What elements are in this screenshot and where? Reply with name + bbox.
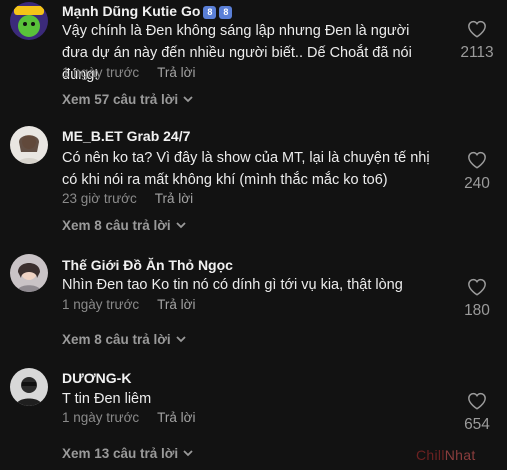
- view-replies-button[interactable]: Xem 13 câu trả lời: [62, 445, 193, 461]
- like-button[interactable]: 654: [457, 392, 497, 434]
- comment-username[interactable]: Mạnh Dũng Kutie Go 8 8: [62, 3, 233, 19]
- like-count: 240: [464, 175, 490, 192]
- comment-time: 1 ngày trước: [62, 65, 140, 80]
- chevron-down-icon: [176, 331, 186, 346]
- user-photo-avatar-icon: [10, 126, 48, 164]
- comment-time: 1 ngày trước: [62, 297, 140, 312]
- comment-text: Nhìn Đen tao Ko tin nó có dính gì tới vụ…: [62, 277, 403, 293]
- chevron-down-icon: [183, 445, 193, 460]
- reply-button[interactable]: Trả lời: [155, 191, 193, 206]
- comment-text: T tin Đen liêm: [62, 391, 152, 407]
- watermark: ChillNhat: [416, 447, 476, 463]
- reply-button[interactable]: Trả lời: [157, 65, 195, 80]
- avatar[interactable]: [10, 126, 48, 164]
- level-badge: 8: [219, 6, 233, 19]
- game-logo-avatar-icon: [10, 2, 48, 40]
- chevron-down-icon: [183, 91, 193, 106]
- like-count: 654: [464, 416, 490, 433]
- comment-time: 1 ngày trước: [62, 410, 140, 425]
- comment-time: 23 giờ trước: [62, 191, 137, 206]
- heart-outline-icon: [468, 151, 486, 169]
- like-button[interactable]: 240: [457, 151, 497, 193]
- heart-outline-icon: [468, 278, 486, 296]
- comment-meta: 1 ngày trước Trả lời: [62, 410, 196, 425]
- like-count: 2113: [460, 44, 494, 61]
- heart-outline-icon: [468, 392, 486, 410]
- comment-text: Có nên ko ta? Vì đây là show của MT, lại…: [62, 150, 430, 188]
- view-replies-button[interactable]: Xem 8 câu trả lời: [62, 331, 186, 347]
- comment-username[interactable]: ME_B.ET Grab 24/7: [62, 128, 190, 144]
- comment-username[interactable]: Thế Giới Đồ Ăn Thỏ Ngọc: [62, 257, 233, 273]
- avatar[interactable]: [10, 254, 48, 292]
- avatar[interactable]: [10, 368, 48, 406]
- avatar[interactable]: [10, 2, 48, 40]
- heart-outline-icon: [468, 20, 486, 38]
- view-replies-button[interactable]: Xem 57 câu trả lời: [62, 91, 193, 107]
- reply-button[interactable]: Trả lời: [157, 410, 195, 425]
- reply-button[interactable]: Trả lời: [157, 297, 195, 312]
- like-button[interactable]: 2113: [457, 20, 497, 62]
- comment-meta: 23 giờ trước Trả lời: [62, 191, 193, 206]
- chevron-down-icon: [176, 217, 186, 232]
- view-replies-button[interactable]: Xem 8 câu trả lời: [62, 217, 186, 233]
- like-button[interactable]: 180: [457, 278, 497, 320]
- user-photo-avatar-icon: [10, 254, 48, 292]
- comment-meta: 1 ngày trước Trả lời: [62, 297, 196, 312]
- comment-username[interactable]: DƯƠNG-K: [62, 370, 131, 386]
- comment-meta: 1 ngày trước Trả lời: [62, 65, 196, 80]
- level-badge: 8: [203, 6, 217, 19]
- user-photo-avatar-icon: [10, 368, 48, 406]
- like-count: 180: [464, 302, 490, 319]
